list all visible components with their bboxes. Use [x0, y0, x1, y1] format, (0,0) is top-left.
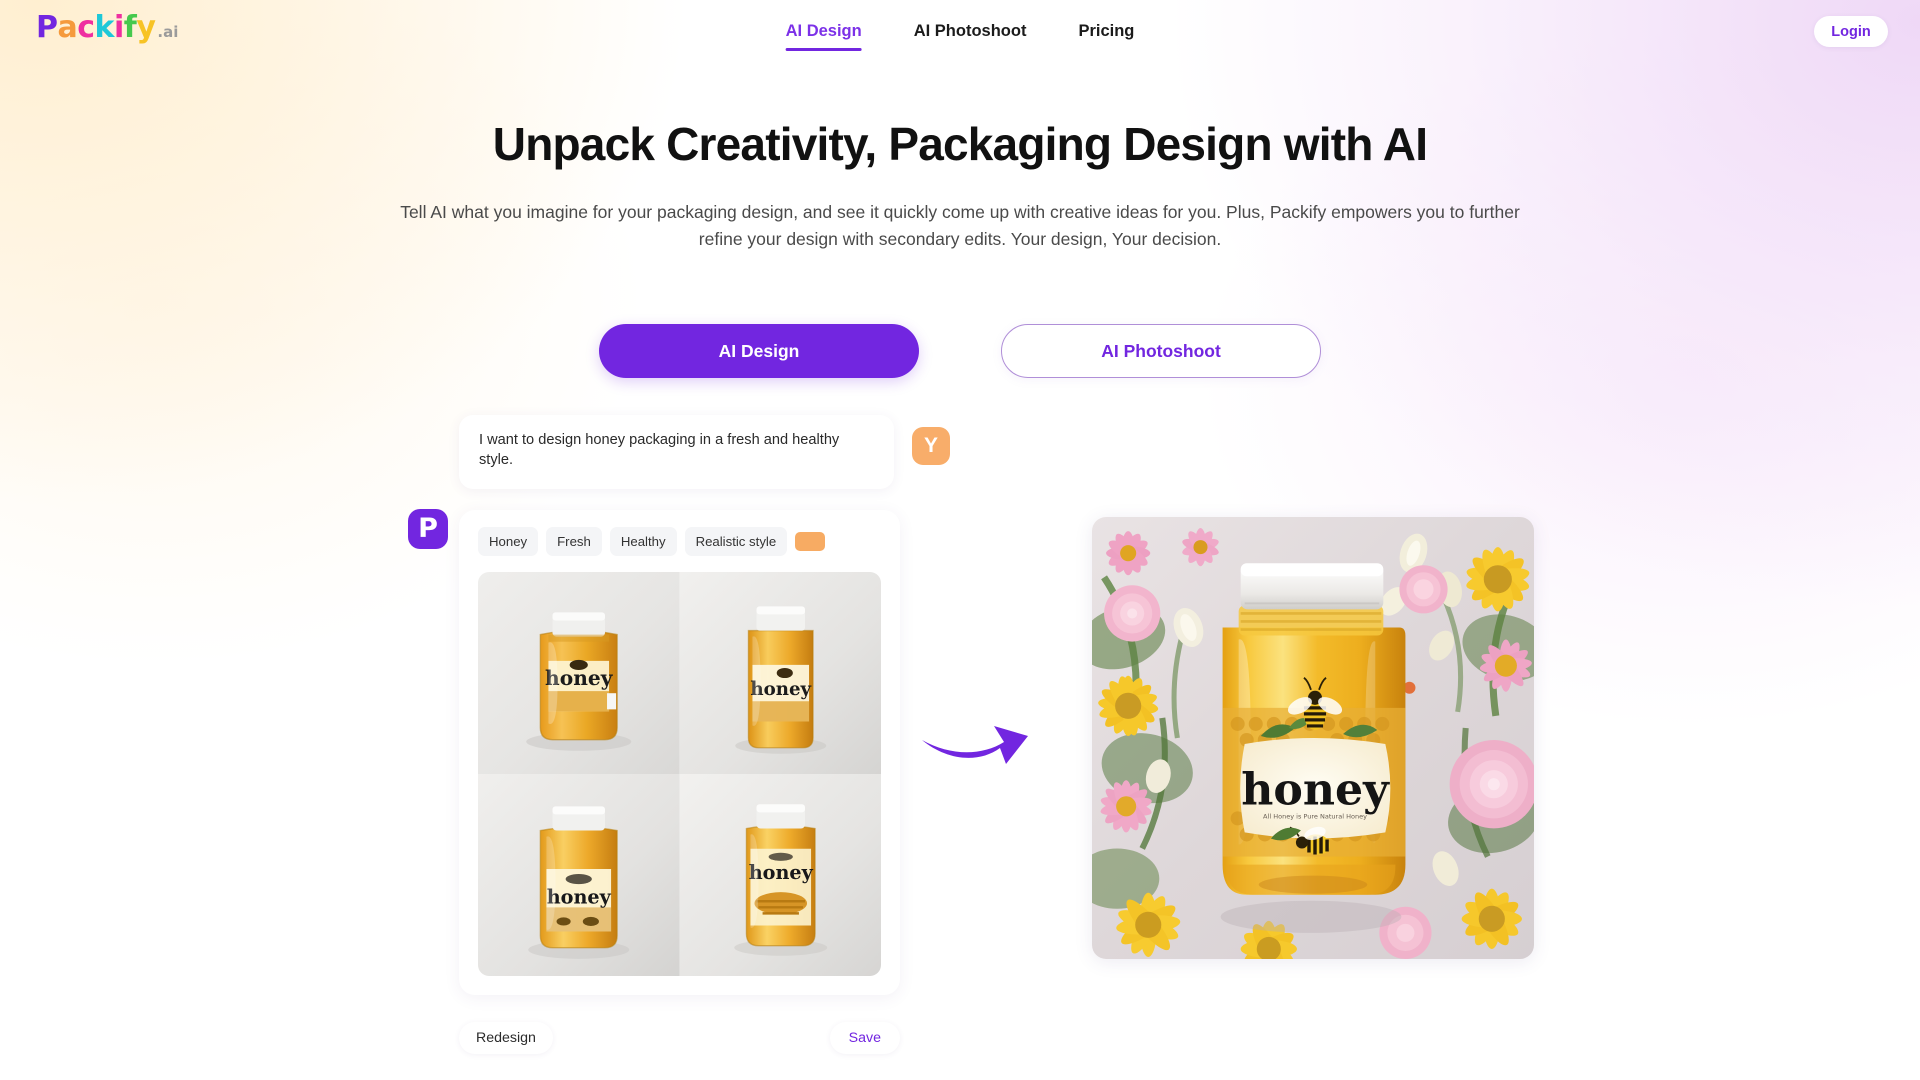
tag-healthy[interactable]: Healthy	[609, 527, 677, 556]
svg-text:honey: honey	[547, 885, 612, 908]
save-button[interactable]: Save	[829, 1022, 900, 1054]
tag-realistic-style[interactable]: Realistic style	[684, 527, 788, 556]
tag-fresh[interactable]: Fresh	[546, 527, 602, 556]
assistant-avatar: P	[408, 509, 448, 549]
final-generated-image[interactable]: honey All Honey is Pure Natural Honey	[1092, 517, 1534, 959]
assistant-avatar-initial: P	[418, 512, 438, 544]
generated-thumbnail-2[interactable]: honey	[679, 572, 881, 774]
transform-arrow-icon	[920, 712, 1030, 772]
demo-showcase: I want to design honey packaging in a fr…	[0, 0, 1920, 1080]
final-label-text: honey	[1241, 763, 1390, 815]
generated-thumbnail-1[interactable]: honey	[478, 572, 680, 774]
result-action-row: Redesign Save	[459, 1022, 900, 1054]
redesign-button[interactable]: Redesign	[459, 1022, 553, 1054]
user-avatar: Y	[912, 427, 950, 465]
generated-thumbnail-3[interactable]: honey	[478, 774, 680, 976]
final-sublabel-text: All Honey is Pure Natural Honey	[1263, 812, 1367, 820]
color-swatch-chip[interactable]	[795, 532, 826, 551]
ai-result-card: Honey Fresh Healthy Realistic style hone…	[459, 510, 900, 995]
generated-thumbnail-4[interactable]: honey	[679, 774, 881, 976]
tag-honey[interactable]: Honey	[478, 527, 539, 556]
generated-image-grid: honey honey honey honey	[478, 572, 881, 976]
user-prompt-bubble: I want to design honey packaging in a fr…	[459, 415, 894, 489]
tag-row: Honey Fresh Healthy Realistic style	[478, 527, 881, 556]
